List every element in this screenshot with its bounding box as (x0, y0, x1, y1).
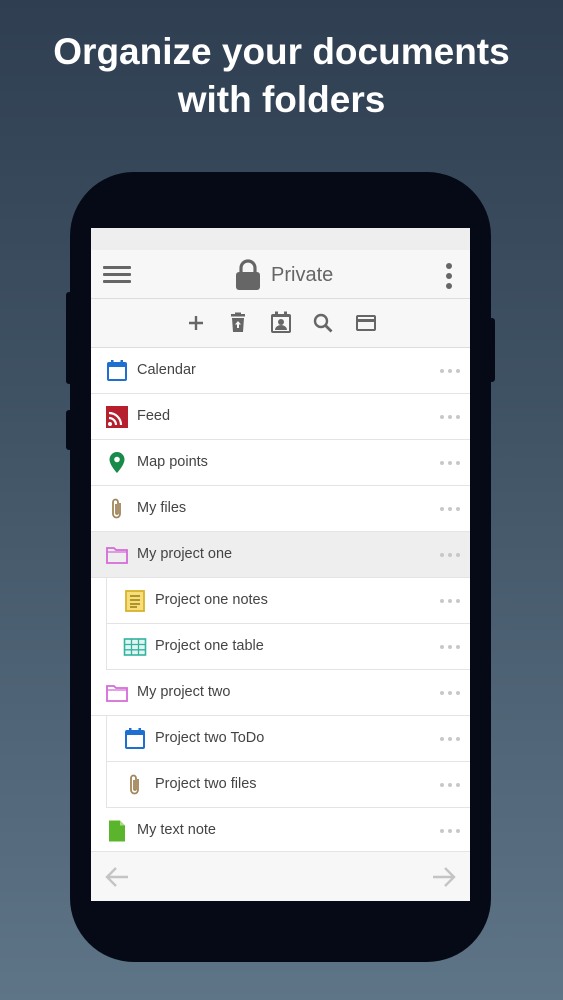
arrow-left-icon[interactable] (104, 865, 130, 889)
list-item-label: Map points (137, 454, 208, 470)
list-item-label: My project two (137, 684, 231, 700)
list-item-label: My text note (137, 822, 216, 838)
kebab-menu-icon[interactable] (444, 263, 454, 289)
app-title: Private (235, 259, 333, 291)
more-options-icon[interactable] (440, 645, 460, 649)
folder-icon (106, 685, 128, 702)
list-item-label: Calendar (137, 362, 196, 378)
list-item-label: Project one notes (155, 592, 268, 608)
folder-icon (106, 547, 128, 564)
list-item[interactable]: My project one (91, 532, 470, 578)
lock-icon (236, 259, 260, 290)
app-title-text: Private (271, 263, 334, 286)
search-icon[interactable] (311, 311, 335, 335)
more-options-icon[interactable] (440, 369, 460, 373)
list-item[interactable]: My text note (91, 808, 470, 854)
more-options-icon[interactable] (440, 553, 460, 557)
phone-side-button (489, 318, 495, 382)
list-item-label: Project two ToDo (155, 730, 265, 746)
more-options-icon[interactable] (440, 461, 460, 465)
arrow-right-icon[interactable] (431, 865, 457, 889)
promo-line-2: with folders (177, 79, 386, 120)
phone-side-button (66, 292, 72, 384)
list-item-label: Feed (137, 408, 171, 424)
add-icon[interactable] (184, 311, 208, 335)
map-pin-icon (109, 452, 125, 473)
document-list: Calendar Feed Map points My files My pro… (91, 348, 470, 854)
more-options-icon[interactable] (440, 507, 460, 511)
more-options-icon[interactable] (440, 599, 460, 603)
status-bar (91, 228, 470, 250)
table-icon (123, 638, 147, 656)
delete-icon[interactable] (226, 311, 250, 335)
contact-icon[interactable] (269, 311, 293, 335)
more-options-icon[interactable] (440, 783, 460, 787)
calendar-icon (125, 728, 145, 749)
more-options-icon[interactable] (440, 415, 460, 419)
calendar-icon (107, 360, 127, 381)
action-toolbar (91, 299, 470, 348)
list-item[interactable]: Project two ToDo (106, 716, 470, 762)
list-item-label: My files (137, 500, 187, 516)
more-options-icon[interactable] (440, 691, 460, 695)
list-item[interactable]: Project one notes (106, 578, 470, 624)
list-item-label: My project one (137, 546, 233, 562)
app-screen: Private Calendar Feed Map points My file… (91, 228, 470, 901)
hamburger-menu-icon[interactable] (103, 266, 131, 284)
phone-side-button (66, 410, 72, 450)
list-item[interactable]: Project two files (106, 762, 470, 808)
text-note-icon (109, 820, 125, 842)
more-options-icon[interactable] (440, 829, 460, 833)
card-icon[interactable] (354, 311, 378, 335)
app-bar: Private (91, 250, 470, 299)
promo-line-1: Organize your documents (53, 31, 510, 72)
list-item[interactable]: Feed (91, 394, 470, 440)
list-item[interactable]: Calendar (91, 348, 470, 394)
list-item-label: Project one table (155, 638, 264, 654)
list-item-label: Project two files (155, 776, 257, 792)
notes-icon (125, 590, 145, 612)
list-item[interactable]: Project one table (106, 624, 470, 670)
promo-headline: Organize your documents with folders (0, 28, 563, 124)
list-item[interactable]: My files (91, 486, 470, 532)
bottom-navigation (91, 851, 470, 901)
more-options-icon[interactable] (440, 737, 460, 741)
paperclip-icon (112, 498, 121, 519)
paperclip-icon (130, 774, 139, 795)
rss-feed-icon (106, 406, 128, 428)
list-item[interactable]: My project two (91, 670, 470, 716)
list-item[interactable]: Map points (91, 440, 470, 486)
